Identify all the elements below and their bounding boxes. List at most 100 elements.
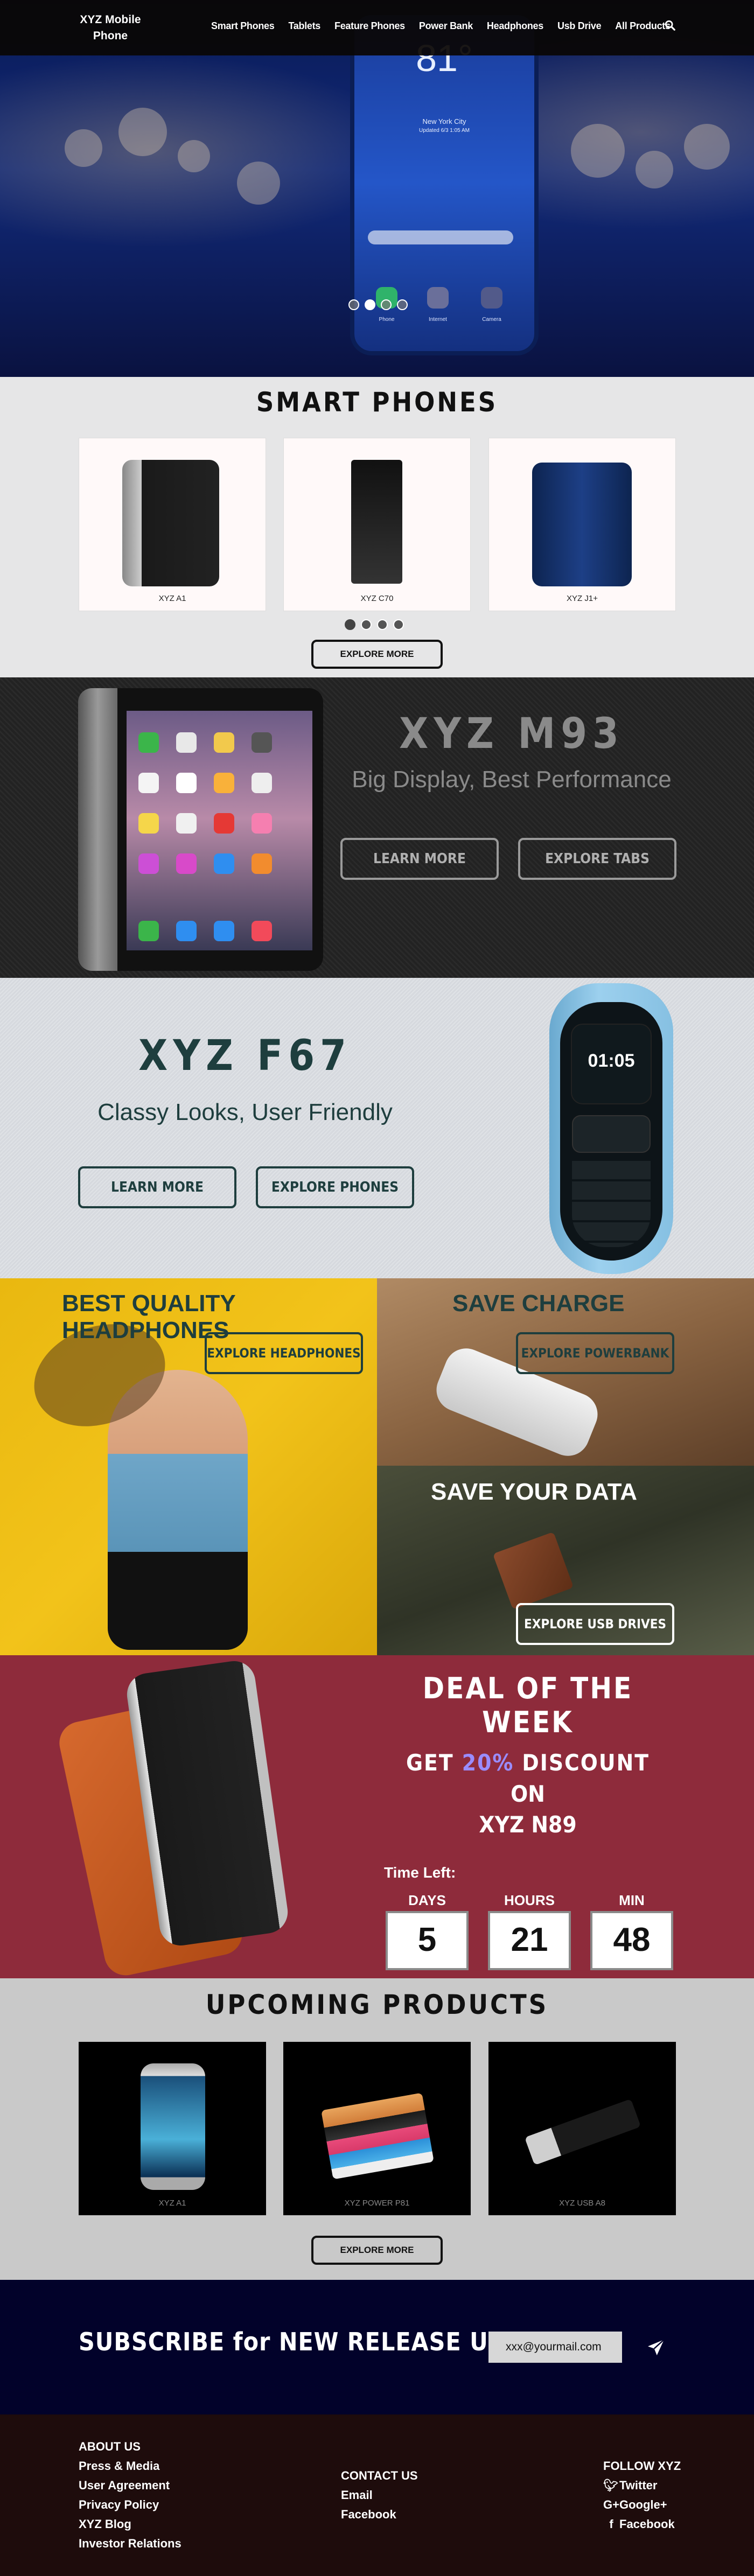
product-image — [351, 460, 402, 584]
footer-link-privacy-policy[interactable]: Privacy Policy — [79, 2495, 181, 2515]
explore-more-button[interactable]: EXPLORE MORE — [311, 640, 443, 669]
tablet-image — [78, 688, 323, 971]
follow-title: FOLLOW XYZ — [603, 2459, 681, 2473]
phone-search-bar — [368, 230, 513, 244]
product-card[interactable]: XYZ J1+ — [488, 438, 676, 611]
top-navbar: XYZ Mobile Phone Smart Phones Tablets Fe… — [0, 0, 754, 55]
product-card[interactable]: XYZ C70 — [283, 438, 471, 611]
carousel-dot-active[interactable] — [345, 619, 355, 630]
search-icon[interactable] — [664, 19, 676, 31]
upcoming-title: UPCOMING PRODUCTS — [205, 1989, 549, 2020]
promo-grid: BEST QUALITY HEADPHONES EXPLORE HEADPHON… — [0, 1278, 754, 1655]
carousel-dot[interactable] — [397, 299, 408, 310]
min-counter: 48 — [590, 1911, 673, 1970]
logo-line1: XYZ Mobile — [80, 13, 141, 26]
product-image — [524, 2098, 641, 2166]
phone-updated: Updated 6/3 1:05 AM — [419, 128, 470, 134]
footer-link-xyz-blog[interactable]: XYZ Blog — [79, 2515, 181, 2534]
nav-link-all-products[interactable]: All Products — [615, 20, 671, 32]
phone-city: New York City Updated 6/3 1:05 AM — [354, 117, 534, 134]
social-link-twitter[interactable]: 🐦︎Twitter — [603, 2476, 681, 2495]
social-label: Google+ — [619, 2498, 667, 2511]
app-icon — [176, 732, 197, 753]
usb-drive-tile: SAVE YOUR DATA EXPLORE USB DRIVES — [377, 1466, 754, 1655]
email-field[interactable]: xxx@yourmail.com — [488, 2332, 622, 2363]
social-link-facebook[interactable]: f Facebook — [603, 2515, 681, 2534]
product-name: XYZ POWER P81 — [344, 2199, 410, 2208]
footer-link-user-agreement[interactable]: User Agreement — [79, 2476, 181, 2495]
phone-app-label: Phone — [379, 317, 395, 323]
carousel-dot[interactable] — [348, 299, 359, 310]
carousel-dot[interactable] — [393, 619, 404, 630]
carousel-dot-active[interactable] — [365, 299, 375, 310]
twitter-icon: 🐦︎ — [603, 2479, 618, 2492]
days-counter: 5 — [386, 1911, 469, 1970]
upcoming-product-card[interactable]: XYZ A1 — [79, 2042, 266, 2215]
nav-link-power-bank[interactable]: Power Bank — [419, 20, 473, 32]
product-name: XYZ A1 — [158, 2199, 186, 2208]
footer: ABOUT US Press & Media User Agreement Pr… — [0, 2414, 754, 2576]
product-image — [532, 463, 632, 586]
learn-more-button[interactable]: LEARN MORE — [340, 838, 499, 880]
explore-usb-drives-button[interactable]: EXPLORE USB DRIVES — [516, 1603, 674, 1645]
brand-logo[interactable]: XYZ Mobile Phone — [75, 12, 145, 44]
carousel-dot[interactable] — [377, 619, 388, 630]
app-icon — [252, 732, 272, 753]
tablet-screen — [127, 711, 312, 950]
upcoming-product-card[interactable]: XYZ POWER P81 — [283, 2042, 471, 2215]
carousel-dot[interactable] — [381, 299, 392, 310]
app-icon — [138, 773, 159, 793]
hours-counter: 21 — [488, 1911, 571, 1970]
product-name: XYZ C70 — [360, 594, 394, 603]
nav-link-feature-phones[interactable]: Feature Phones — [334, 20, 405, 32]
upcoming-product-card[interactable]: XYZ USB A8 — [488, 2042, 676, 2215]
smart-phones-section: SMART PHONES XYZ A1 XYZ C70 XYZ J1+ EXPL… — [0, 377, 754, 677]
footer-link-investor-relations[interactable]: Investor Relations — [79, 2534, 181, 2553]
save-charge-title: SAVE CHARGE — [452, 1290, 625, 1317]
explore-tabs-button[interactable]: EXPLORE TABS — [518, 838, 676, 880]
app-icon — [214, 773, 234, 793]
hero-carousel: 81° New York City Updated 6/3 1:05 AM Ph… — [0, 0, 754, 377]
footer-link-facebook[interactable]: Facebook — [341, 2505, 418, 2524]
app-icon — [252, 773, 272, 793]
explore-powerbank-button[interactable]: EXPLORE POWERBANK — [516, 1332, 674, 1374]
camera-app-label: Camera — [482, 317, 501, 323]
footer-link-contact-us[interactable]: CONTACT US — [341, 2466, 418, 2486]
f67-title: XYZ F67 — [138, 1032, 352, 1080]
deal-offer: GET 20% DISCOUNT — [377, 1749, 679, 1776]
explore-phones-button[interactable]: EXPLORE PHONES — [256, 1166, 414, 1208]
footer-link-about-us[interactable]: ABOUT US — [79, 2437, 181, 2456]
camera-app-icon — [481, 287, 502, 309]
nav-link-tablets[interactable]: Tablets — [288, 20, 320, 32]
app-icon — [214, 732, 234, 753]
learn-more-button[interactable]: LEARN MORE — [78, 1166, 236, 1208]
smart-phones-title: SMART PHONES — [256, 387, 498, 418]
dock-icon — [176, 921, 197, 941]
logo-line2: Phone — [93, 30, 128, 42]
explore-more-button[interactable]: EXPLORE MORE — [311, 2236, 443, 2265]
feature-phone-f67-section: XYZ F67 Classy Looks, User Friendly LEAR… — [0, 978, 754, 1278]
bokeh-light — [178, 140, 210, 172]
footer-column-about: ABOUT US Press & Media User Agreement Pr… — [79, 2437, 181, 2553]
hero-carousel-indicators — [348, 299, 408, 310]
explore-headphones-button[interactable]: EXPLORE HEADPHONES — [205, 1332, 363, 1374]
footer-link-press-media[interactable]: Press & Media — [79, 2456, 181, 2476]
nav-link-usb-drive[interactable]: Usb Drive — [557, 20, 602, 32]
app-icon — [252, 813, 272, 834]
m93-title: XYZ M93 — [399, 710, 624, 758]
nav-link-headphones[interactable]: Headphones — [487, 20, 543, 32]
app-icon — [214, 813, 234, 834]
facebook-icon: f — [609, 2517, 613, 2531]
app-icon — [252, 853, 272, 874]
nav-link-smart-phones[interactable]: Smart Phones — [211, 20, 275, 32]
min-label: MIN — [619, 1892, 645, 1908]
deal-percent: 20% — [462, 1749, 514, 1776]
footer-link-email[interactable]: Email — [341, 2486, 418, 2505]
send-icon[interactable] — [645, 2337, 667, 2358]
product-card[interactable]: XYZ A1 — [79, 438, 266, 611]
social-link-google-plus[interactable]: G+Google+ — [603, 2495, 681, 2515]
f67-subtitle: Classy Looks, User Friendly — [97, 1099, 393, 1125]
social-label: Twitter — [619, 2479, 658, 2492]
carousel-dot[interactable] — [361, 619, 372, 630]
bokeh-light — [636, 151, 673, 188]
